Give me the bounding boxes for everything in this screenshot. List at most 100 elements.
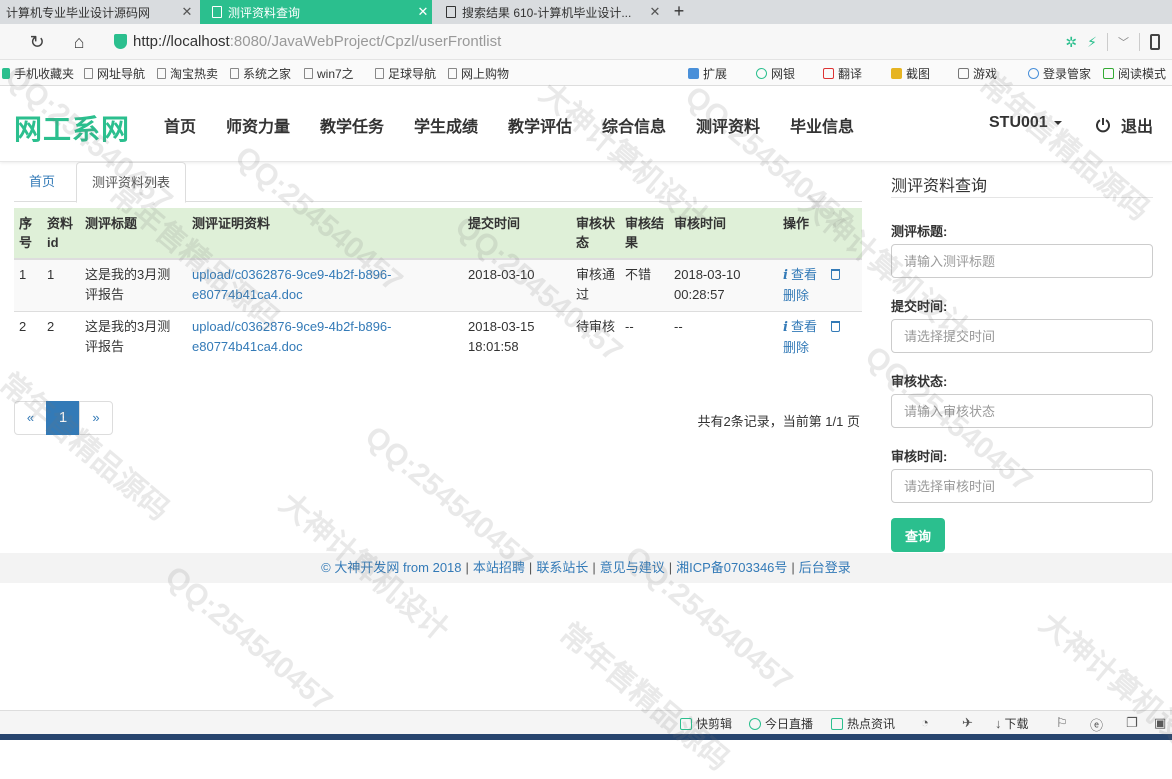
- refresh-speed-icon[interactable]: ✲: [1065, 34, 1077, 51]
- quick-clip-button[interactable]: 快剪辑: [680, 715, 732, 732]
- footer-separator: |: [528, 560, 533, 575]
- yen-icon: [756, 68, 767, 79]
- nav-item-assessment-materials[interactable]: 测评资料: [696, 113, 760, 137]
- browser-tab-1[interactable]: 计算机专业毕业设计源码网 ✕: [0, 0, 196, 24]
- bookmark-item[interactable]: 足球导航: [375, 65, 436, 82]
- zoom-button[interactable]: ▣: [1154, 715, 1166, 731]
- phone-icon[interactable]: [1150, 34, 1160, 50]
- translate-icon: [823, 68, 834, 79]
- nav-item-general-info[interactable]: 综合信息: [602, 113, 666, 137]
- bookmark-item[interactable]: 淘宝热卖: [157, 65, 218, 82]
- file-link[interactable]: upload/c0362876-9ce9-4b2f-b896-e80774b41…: [192, 319, 392, 354]
- scissors-icon: [891, 68, 902, 79]
- extension-button[interactable]: 扩展: [688, 65, 727, 82]
- nav-item-home[interactable]: 首页: [164, 113, 196, 137]
- reload-icon[interactable]: ↻: [26, 31, 48, 53]
- feedback-link[interactable]: 意见与建议: [600, 560, 665, 575]
- username: STU001: [989, 114, 1048, 131]
- bank-button[interactable]: 网银: [756, 65, 795, 82]
- browser-tab-title: 搜索结果 610-计算机毕业设计...: [462, 5, 632, 20]
- download-button[interactable]: ↓ 下载: [995, 715, 1029, 732]
- nav-item-teaching-tasks[interactable]: 教学任务: [320, 113, 384, 137]
- watermark-text: 大神计算机设计: [1033, 606, 1172, 768]
- bookmark-label: 足球导航: [388, 67, 437, 81]
- view-link[interactable]: i 查看: [783, 319, 817, 335]
- window-button[interactable]: ❐: [1126, 715, 1138, 731]
- nav-item-graduation[interactable]: 毕业信息: [790, 113, 854, 137]
- submit-time-input[interactable]: [891, 319, 1153, 353]
- view-link[interactable]: i 查看: [783, 267, 817, 283]
- copyright-link[interactable]: © 大神开发网 from 2018: [321, 560, 461, 575]
- url-field[interactable]: http://localhost:8080/JavaWebProject/Cpz…: [133, 33, 501, 50]
- toolbar-label: 登录管家: [1043, 67, 1092, 81]
- page-icon: [212, 6, 222, 18]
- title-label: 测评标题:: [891, 224, 948, 239]
- close-icon[interactable]: ✕: [646, 4, 664, 20]
- user-menu[interactable]: STU001: [989, 114, 1062, 132]
- pin-button[interactable]: ✈: [962, 715, 973, 731]
- address-bar-tools: ✲ ⚡ ﹀: [1065, 30, 1172, 54]
- login-manager-button[interactable]: 登录管家: [1028, 65, 1091, 82]
- prev-page-button[interactable]: «: [14, 401, 47, 435]
- bookmark-item[interactable]: 手机收藏夹: [2, 65, 74, 82]
- close-icon[interactable]: ✕: [414, 4, 432, 20]
- live-today-button[interactable]: 今日直播: [749, 715, 813, 732]
- browser-tab-3[interactable]: 搜索结果 610-计算机毕业设计... ✕: [436, 0, 664, 24]
- logout-button[interactable]: 退出: [1095, 113, 1153, 137]
- next-page-button[interactable]: »: [79, 401, 113, 435]
- page-icon: [84, 68, 93, 79]
- delete-link[interactable]: 删除: [783, 340, 809, 355]
- divider: [891, 197, 1153, 198]
- hot-news-button[interactable]: 热点资讯: [831, 715, 895, 732]
- page-1-button[interactable]: 1: [46, 401, 80, 435]
- new-tab-button[interactable]: +: [668, 0, 690, 24]
- view-label: 查看: [790, 319, 817, 334]
- watermark-text: 常年售精品源码: [0, 366, 176, 528]
- translate-button[interactable]: 翻译: [823, 65, 862, 82]
- nav-item-evaluation[interactable]: 教学评估: [508, 113, 572, 137]
- home-icon[interactable]: ⌂: [68, 31, 90, 53]
- page-icon: [157, 68, 166, 79]
- lightning-icon[interactable]: ⚡: [1087, 34, 1097, 51]
- watermark-text: 常年售精品源码: [553, 616, 736, 778]
- icp-link[interactable]: 湘ICP备0703346号: [676, 560, 787, 575]
- admin-login-link[interactable]: 后台登录: [799, 560, 851, 575]
- speed-button[interactable]: ◔: [921, 715, 929, 730]
- ie-button[interactable]: ⓔ: [1090, 715, 1103, 734]
- table-header-row: 序号 资料id 测评标题 测评证明资料 提交时间 审核状态 审核结果 审核时间 …: [14, 208, 862, 260]
- reading-mode-button[interactable]: 阅读模式: [1103, 65, 1166, 82]
- cell-id: 2: [42, 311, 80, 363]
- chevron-down-icon[interactable]: ﹀: [1118, 34, 1129, 50]
- toolbar-label: 游戏: [973, 67, 998, 81]
- bookmark-item[interactable]: 网址导航: [84, 65, 145, 82]
- trash-icon[interactable]: [831, 269, 841, 280]
- bookmark-item[interactable]: win7之: [304, 65, 354, 82]
- tab-home[interactable]: 首页: [14, 162, 70, 203]
- bookmarks-bar: 手机收藏夹 网址导航 淘宝热卖 系统之家 win7之 足球导航 网上购物 扩展 …: [0, 60, 1172, 86]
- footer-separator: |: [668, 560, 673, 575]
- review-time-label: 审核时间:: [891, 449, 948, 464]
- bookmark-item[interactable]: 系统之家: [230, 65, 291, 82]
- browser-tab-2[interactable]: 测评资料查询 ✕: [200, 0, 432, 24]
- title-input[interactable]: [891, 244, 1153, 278]
- bookmark-item[interactable]: 网上购物: [448, 65, 509, 82]
- trash-icon[interactable]: [831, 321, 841, 332]
- file-link[interactable]: upload/c0362876-9ce9-4b2f-b896-e80774b41…: [192, 267, 392, 302]
- jobs-link[interactable]: 本站招聘: [473, 560, 525, 575]
- search-button[interactable]: 查询: [891, 518, 945, 552]
- nav-item-grades[interactable]: 学生成绩: [414, 113, 478, 137]
- close-icon[interactable]: ✕: [178, 4, 196, 20]
- site-brand[interactable]: 网工系网: [14, 108, 130, 148]
- flag-button[interactable]: ⚐: [1056, 715, 1068, 731]
- contact-link[interactable]: 联系站长: [536, 560, 588, 575]
- cell-review-time: --: [669, 311, 778, 363]
- status-input[interactable]: [891, 394, 1153, 428]
- tab-assessment-list[interactable]: 测评资料列表: [76, 162, 187, 203]
- delete-link[interactable]: 删除: [783, 288, 809, 303]
- review-time-input[interactable]: [891, 469, 1153, 503]
- games-button[interactable]: 游戏: [958, 65, 997, 82]
- cell-title: 这是我的3月测评报告: [80, 258, 187, 312]
- watermark-text: QQ:254540457: [158, 560, 339, 719]
- nav-item-faculty[interactable]: 师资力量: [226, 113, 290, 137]
- screenshot-button[interactable]: 截图: [891, 65, 930, 82]
